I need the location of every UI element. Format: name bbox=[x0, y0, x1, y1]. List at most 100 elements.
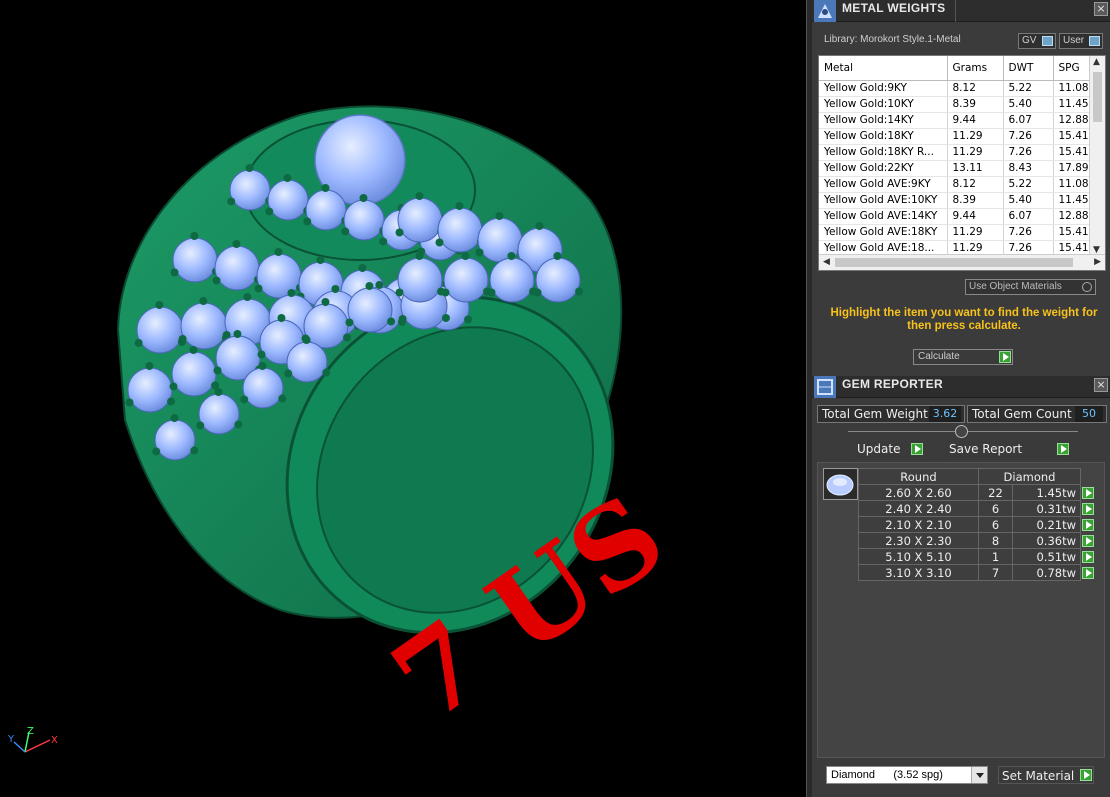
select-gem-button[interactable] bbox=[1082, 486, 1094, 499]
table-row[interactable]: Yellow Gold:14KY 9.44 6.07 12.88 bbox=[819, 112, 1098, 129]
table-row[interactable]: Yellow Gold AVE:14KY 9.44 6.07 12.88 bbox=[819, 208, 1098, 225]
gem-slider-knob[interactable] bbox=[955, 425, 968, 438]
table-row[interactable]: Yellow Gold AVE:9KY 8.12 5.22 11.08 bbox=[819, 176, 1098, 193]
horizontal-scrollbar[interactable]: ◀ ▶ bbox=[819, 254, 1105, 270]
prong bbox=[287, 289, 296, 298]
prong bbox=[365, 282, 374, 291]
gem-row[interactable]: 2.30 X 2.30 8 0.36tw bbox=[858, 532, 1097, 549]
play-icon bbox=[999, 351, 1011, 363]
scroll-right-icon[interactable]: ▶ bbox=[1094, 257, 1101, 267]
table-row[interactable]: Yellow Gold:18KY 11.29 7.26 15.41 bbox=[819, 128, 1098, 145]
gem-count: 7 bbox=[978, 564, 1013, 581]
table-cell: 8.12 bbox=[947, 176, 1004, 193]
metal-weights-icon bbox=[814, 0, 836, 22]
metal-table[interactable]: Metal Grams DWT SPG Yellow Gold:9KY 8.12 5.22… bbox=[818, 55, 1106, 271]
table-row[interactable]: Yellow Gold AVE:18KY 11.29 7.26 15.41 bbox=[819, 224, 1098, 241]
material-dropdown[interactable]: Diamond (3.52 spg) bbox=[826, 766, 988, 784]
gem-size: 2.10 X 2.10 bbox=[858, 516, 979, 533]
prong bbox=[395, 288, 404, 297]
hscroll-thumb[interactable] bbox=[835, 258, 1073, 267]
table-cell: 8.12 bbox=[947, 80, 1004, 97]
prong bbox=[553, 252, 562, 261]
table-cell: 7.26 bbox=[1003, 144, 1054, 161]
gem-size: 2.30 X 2.30 bbox=[858, 532, 979, 549]
table-cell: 11.29 bbox=[947, 224, 1004, 241]
gem-row[interactable]: 5.10 X 5.10 1 0.51tw bbox=[858, 548, 1097, 565]
play-icon bbox=[1057, 443, 1069, 455]
prong bbox=[321, 184, 330, 193]
gem-row[interactable]: 2.10 X 2.10 6 0.21tw bbox=[858, 516, 1097, 533]
table-row[interactable]: Yellow Gold:18KY R... 11.29 7.26 15.41 bbox=[819, 144, 1098, 161]
update-button[interactable]: Update bbox=[854, 441, 924, 458]
metal-table-header: Metal Grams DWT SPG bbox=[819, 56, 1098, 81]
table-row[interactable]: Yellow Gold AVE:10KY 8.39 5.40 11.45 bbox=[819, 192, 1098, 209]
scroll-thumb[interactable] bbox=[1093, 72, 1102, 122]
gem-size: 3.10 X 3.10 bbox=[858, 564, 979, 581]
prong bbox=[495, 212, 504, 221]
pave-gem bbox=[127, 367, 173, 413]
select-gem-button[interactable] bbox=[1082, 518, 1094, 531]
update-label: Update bbox=[857, 442, 901, 456]
table-row[interactable]: Yellow Gold:10KY 8.39 5.40 11.45 bbox=[819, 96, 1098, 113]
prong bbox=[455, 202, 464, 211]
radio-icon[interactable] bbox=[1082, 282, 1092, 292]
select-gem-button[interactable] bbox=[1082, 566, 1094, 579]
prong bbox=[303, 217, 312, 226]
metal-col-header[interactable]: Grams bbox=[947, 56, 1004, 81]
gem-table: Round Diamond 2.60 X 2.60 22 1.45tw 2.40 X … bbox=[858, 468, 1097, 581]
gem-count: 8 bbox=[978, 532, 1013, 549]
gem-tw: 0.36tw bbox=[1012, 532, 1081, 549]
3d-viewport[interactable]: Z Y X 7 US bbox=[0, 0, 806, 797]
gem-shape-header: Round bbox=[858, 468, 979, 485]
pave-gem bbox=[171, 351, 217, 397]
axis-z-label: Z bbox=[27, 726, 34, 737]
close-icon[interactable]: × bbox=[1094, 378, 1108, 392]
set-material-button[interactable]: Set Material bbox=[998, 766, 1094, 784]
pave-gem bbox=[305, 189, 347, 231]
save-report-label: Save Report bbox=[949, 442, 1023, 456]
gem-row[interactable]: 2.60 X 2.60 22 1.45tw bbox=[858, 484, 1097, 501]
metal-col-header[interactable]: DWT bbox=[1003, 56, 1054, 81]
total-gem-weight-value: 3.62 bbox=[929, 406, 961, 422]
table-row[interactable]: Yellow Gold:9KY 8.12 5.22 11.08 bbox=[819, 80, 1098, 97]
user-toggle[interactable]: User bbox=[1059, 33, 1103, 49]
prong bbox=[415, 192, 424, 201]
pave-gem bbox=[214, 245, 260, 291]
scroll-up-icon[interactable]: ▲ bbox=[1093, 57, 1100, 67]
table-row[interactable]: Yellow Gold:22KY 13.11 8.43 17.89 bbox=[819, 160, 1098, 177]
chevron-down-icon[interactable] bbox=[971, 767, 987, 783]
gem-row[interactable]: 2.40 X 2.40 6 0.31tw bbox=[858, 500, 1097, 517]
table-cell: Yellow Gold:22KY bbox=[819, 160, 948, 177]
pave-gem bbox=[443, 257, 489, 303]
prong bbox=[278, 394, 287, 403]
gem-tw: 0.21tw bbox=[1012, 516, 1081, 533]
save-report-button[interactable]: Save Report bbox=[946, 441, 1070, 458]
pave-gem bbox=[477, 217, 523, 263]
pave-gem bbox=[437, 207, 483, 253]
select-gem-button[interactable] bbox=[1082, 550, 1094, 563]
table-cell: 13.11 bbox=[947, 160, 1004, 177]
table-cell: 11.29 bbox=[947, 128, 1004, 145]
select-gem-button[interactable] bbox=[1082, 534, 1094, 547]
metal-col-header[interactable]: Metal bbox=[819, 56, 948, 81]
prong bbox=[190, 446, 199, 455]
table-cell: 5.40 bbox=[1003, 96, 1054, 113]
calculate-button[interactable]: Calculate bbox=[913, 349, 1013, 365]
prong bbox=[375, 281, 384, 290]
close-icon[interactable]: × bbox=[1094, 2, 1108, 16]
gem-reporter-panel: GEM REPORTER × Total Gem Weight 3.62 Tot… bbox=[812, 376, 1110, 797]
gem-tw: 0.51tw bbox=[1012, 548, 1081, 565]
prong bbox=[169, 382, 178, 391]
use-object-materials-option[interactable]: Use Object Materials bbox=[965, 279, 1096, 295]
gem-thumbnail[interactable] bbox=[823, 468, 858, 500]
pave-gem bbox=[535, 257, 581, 303]
scroll-left-icon[interactable]: ◀ bbox=[823, 257, 830, 267]
gv-toggle-label: GV bbox=[1022, 35, 1037, 46]
select-gem-button[interactable] bbox=[1082, 502, 1094, 515]
prong bbox=[359, 194, 368, 203]
gv-toggle[interactable]: GV bbox=[1018, 33, 1056, 49]
vertical-scrollbar[interactable]: ▲ ▼ bbox=[1089, 56, 1105, 256]
pave-gem bbox=[242, 367, 284, 409]
gem-row[interactable]: 3.10 X 3.10 7 0.78tw bbox=[858, 564, 1097, 581]
pave-gem bbox=[343, 199, 385, 241]
